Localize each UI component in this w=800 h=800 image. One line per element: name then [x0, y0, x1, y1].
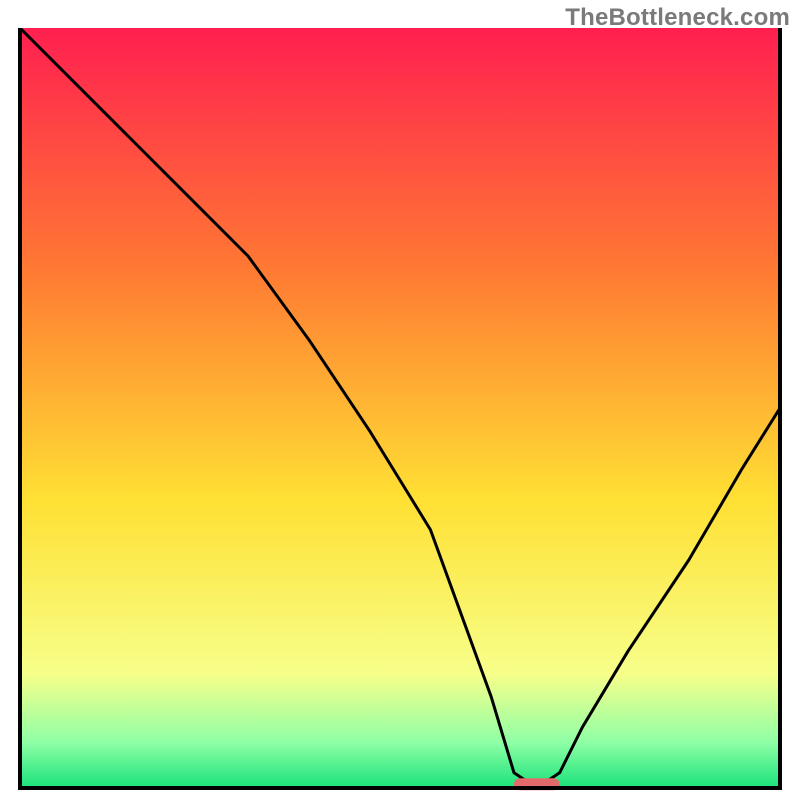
bottleneck-chart [0, 0, 800, 800]
chart-stage: TheBottleneck.com [0, 0, 800, 800]
